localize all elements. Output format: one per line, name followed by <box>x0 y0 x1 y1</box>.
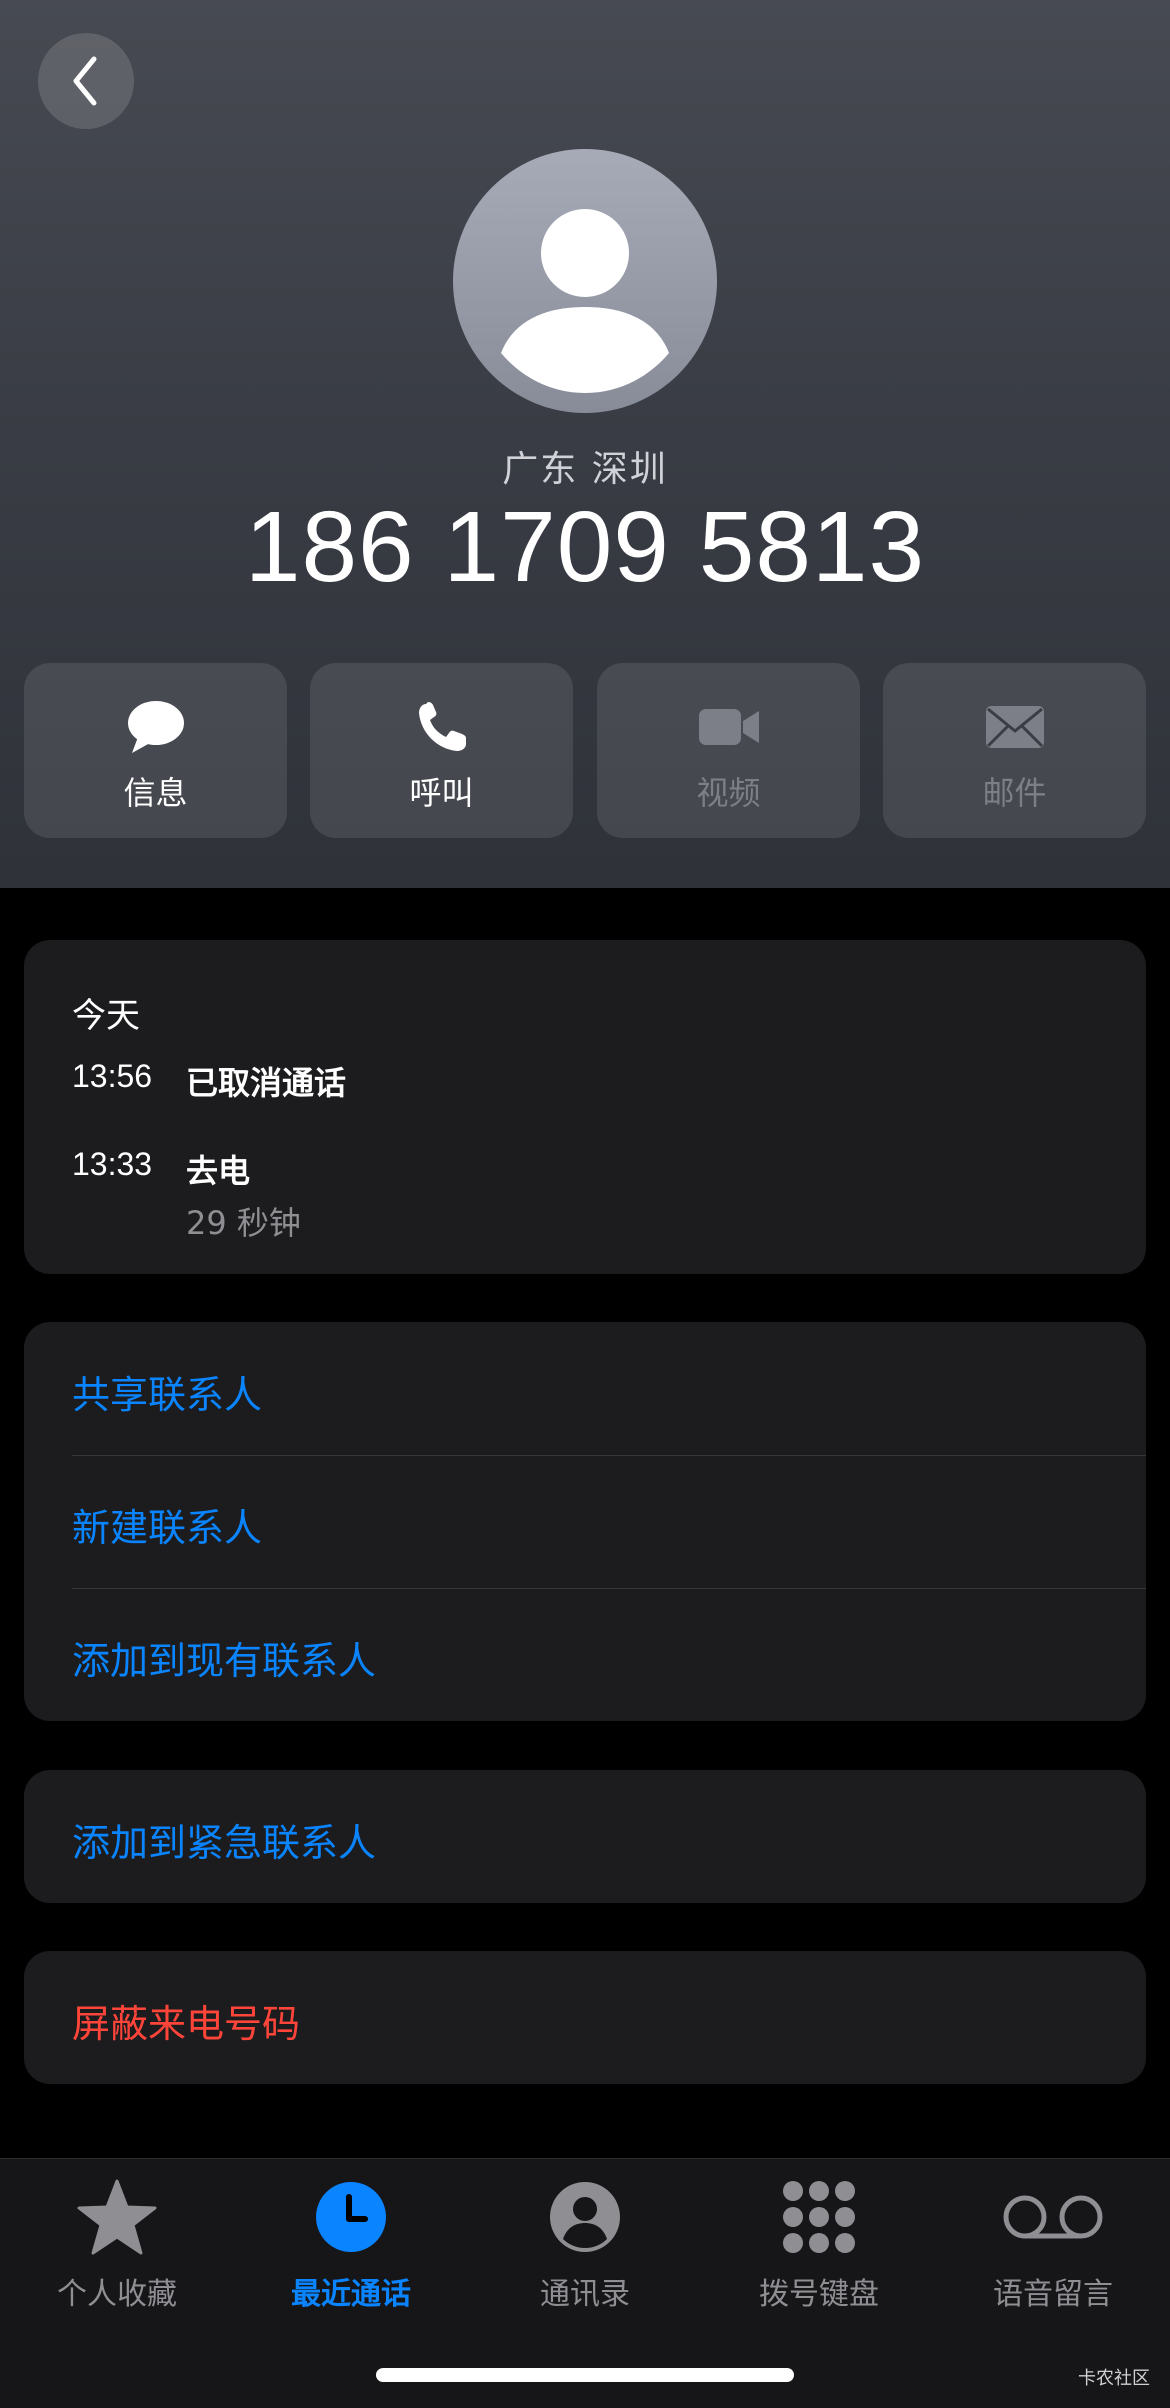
tab-voicemail[interactable]: 语音留言 <box>936 2177 1170 2317</box>
block-caller-button[interactable]: 屏蔽来电号码 <box>24 1951 1146 2084</box>
contact-options-card: 共享联系人 新建联系人 添加到现有联系人 <box>24 1322 1146 1721</box>
caller-location: 广东 深圳 <box>502 449 668 490</box>
star-icon <box>77 2179 157 2255</box>
mail-button[interactable]: 邮件 <box>883 663 1146 838</box>
block-card: 屏蔽来电号码 <box>24 1951 1146 2084</box>
voicemail-icon <box>1003 2195 1103 2239</box>
mail-button-label: 邮件 <box>982 774 1047 812</box>
add-to-existing-contact-label: 添加到现有联系人 <box>72 1639 377 1683</box>
history-time: 13:33 <box>72 1146 153 1182</box>
person-circle-icon <box>550 2182 620 2252</box>
history-call-duration: 29 秒钟 <box>186 1204 301 1242</box>
contact-header: 广东 深圳 186 1709 5813 信息 呼叫 视频 邮件 <box>0 0 1170 888</box>
add-to-existing-contact-button[interactable]: 添加到现有联系人 <box>24 1588 1146 1721</box>
new-contact-label: 新建联系人 <box>72 1506 263 1550</box>
video-camera-icon <box>698 709 759 745</box>
tab-recents-label: 最近通话 <box>291 2277 411 2312</box>
new-contact-button[interactable]: 新建联系人 <box>24 1455 1146 1588</box>
person-silhouette-icon <box>501 209 669 393</box>
history-call-type: 去电 <box>186 1152 251 1190</box>
call-detail-screen: 广东 深圳 186 1709 5813 信息 呼叫 视频 邮件 今天 13:56… <box>0 0 1170 2408</box>
add-to-emergency-contacts-label: 添加到紧急联系人 <box>72 1821 377 1865</box>
tab-favorites[interactable]: 个人收藏 <box>0 2177 234 2317</box>
tab-voicemail-label: 语音留言 <box>993 2277 1113 2312</box>
video-button-label: 视频 <box>696 774 761 812</box>
message-button[interactable]: 信息 <box>24 663 287 838</box>
call-button[interactable]: 呼叫 <box>310 663 573 838</box>
keypad-icon <box>783 2181 855 2253</box>
envelope-icon <box>985 706 1044 748</box>
message-bubble-icon <box>127 701 184 753</box>
home-indicator[interactable] <box>376 2368 794 2382</box>
history-call-type: 已取消通话 <box>186 1064 347 1102</box>
tab-recents[interactable]: 最近通话 <box>234 2177 468 2317</box>
history-day-label: 今天 <box>72 996 140 1036</box>
tab-keypad[interactable]: 拨号键盘 <box>702 2177 936 2317</box>
share-contact-button[interactable]: 共享联系人 <box>24 1322 1146 1455</box>
emergency-card: 添加到紧急联系人 <box>24 1770 1146 1903</box>
tab-keypad-label: 拨号键盘 <box>759 2277 879 2312</box>
block-caller-label: 屏蔽来电号码 <box>72 2002 301 2046</box>
tab-favorites-label: 个人收藏 <box>57 2277 177 2312</box>
watermark: 卡农社区 <box>1078 2368 1150 2389</box>
add-to-emergency-contacts-button[interactable]: 添加到紧急联系人 <box>24 1770 1146 1903</box>
call-history-card: 今天 13:56 已取消通话 13:33 去电 29 秒钟 <box>24 940 1146 1274</box>
tab-contacts-label: 通讯录 <box>540 2277 630 2312</box>
history-time: 13:56 <box>72 1058 153 1094</box>
chevron-left-icon <box>73 56 97 106</box>
clock-icon <box>316 2182 386 2252</box>
phone-number: 186 1709 5813 <box>244 491 926 603</box>
back-button[interactable] <box>38 33 134 129</box>
contact-avatar <box>453 149 717 413</box>
share-contact-label: 共享联系人 <box>72 1373 263 1417</box>
message-button-label: 信息 <box>123 774 188 812</box>
tab-contacts[interactable]: 通讯录 <box>468 2177 702 2317</box>
video-button[interactable]: 视频 <box>597 663 860 838</box>
call-button-label: 呼叫 <box>409 774 474 812</box>
phone-icon <box>418 702 466 751</box>
